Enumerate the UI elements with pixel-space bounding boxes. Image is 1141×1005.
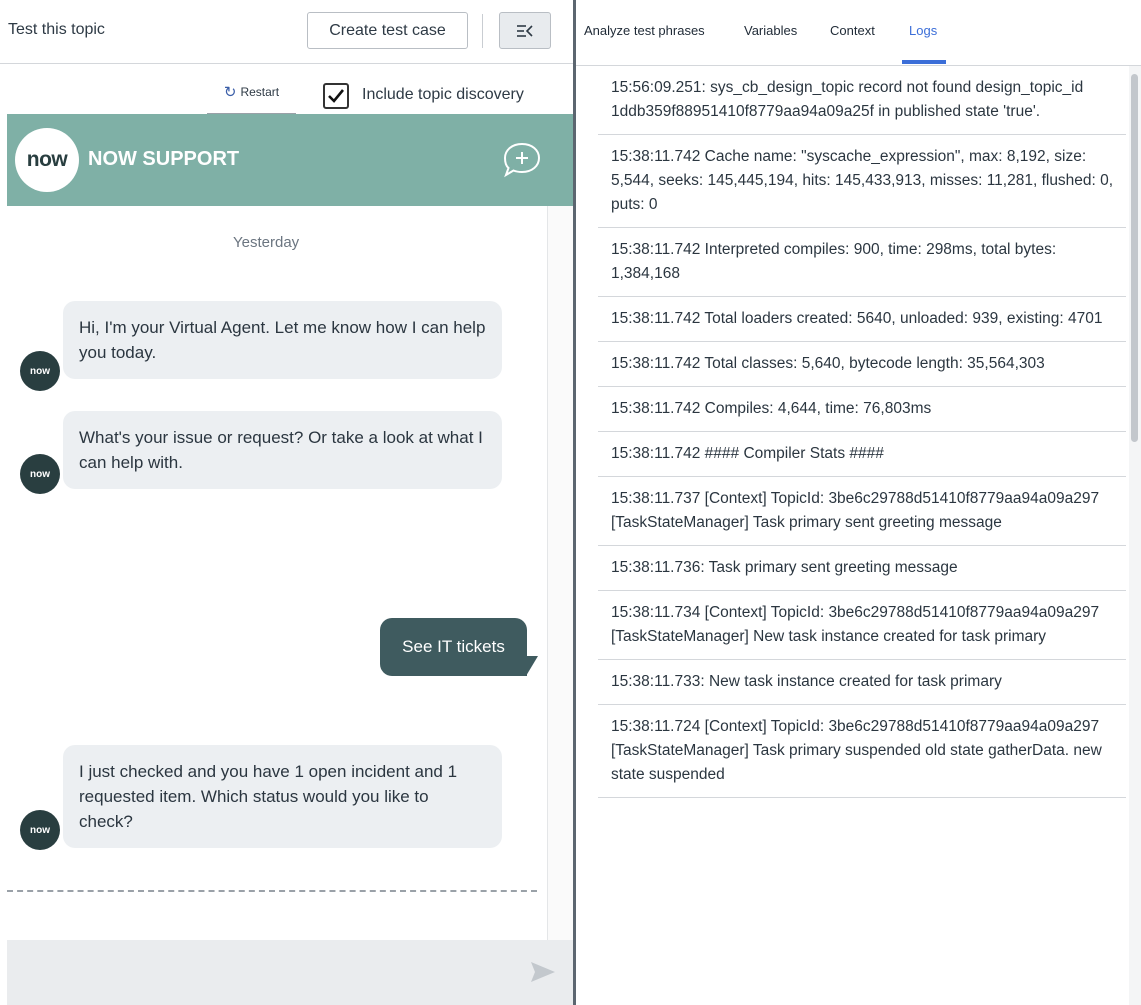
chat-header: now NOW SUPPORT: [7, 114, 573, 206]
active-tab-indicator: [902, 60, 946, 64]
bot-avatar: now: [20, 810, 60, 850]
collapse-panel-icon: [517, 24, 533, 37]
tab-analyze-test-phrases[interactable]: Analyze test phrases: [584, 23, 705, 38]
debug-panel: Analyze test phrases Variables Context L…: [576, 0, 1141, 1005]
message-input[interactable]: [7, 940, 573, 1005]
chat-title: NOW SUPPORT: [88, 148, 240, 170]
bot-avatar: now: [20, 351, 60, 391]
log-entry: 15:38:11.742 Compiles: 4,644, time: 76,8…: [598, 387, 1126, 432]
restart-label: Restart: [240, 84, 280, 99]
typing-divider: [7, 890, 537, 892]
tab-context[interactable]: Context: [830, 23, 875, 38]
new-chat-icon: [503, 142, 541, 178]
include-topic-discovery-checkbox[interactable]: [323, 83, 349, 109]
log-list[interactable]: 15:56:09.251: sys_cb_design_topic record…: [598, 66, 1126, 798]
test-topic-panel: Test this topic Create test case ↻ Resta…: [0, 0, 574, 1005]
restart-button[interactable]: ↻ Restart: [207, 70, 296, 114]
bot-message: What's your issue or request? Or take a …: [63, 411, 502, 489]
now-logo: now: [15, 128, 79, 192]
bot-avatar: now: [20, 454, 60, 494]
log-entry: 15:38:11.742 #### Compiler Stats ####: [598, 432, 1126, 477]
chat-transcript[interactable]: Yesterday Hi, I'm your Virtual Agent. Le…: [7, 206, 548, 940]
checkmark-icon: [328, 89, 345, 103]
date-separator: Yesterday: [233, 234, 300, 251]
tab-logs[interactable]: Logs: [909, 23, 937, 38]
log-entry: 15:38:11.733: New task instance created …: [598, 660, 1126, 705]
test-panel-header: Test this topic Create test case: [0, 0, 574, 64]
collapse-panel-button[interactable]: [499, 12, 551, 49]
log-entry: 15:38:11.742 Cache name: "syscache_expre…: [598, 135, 1126, 228]
user-message-tail: [526, 656, 538, 676]
tab-variables[interactable]: Variables: [744, 23, 797, 38]
header-divider: [482, 14, 483, 48]
panel-title: Test this topic: [8, 21, 105, 38]
log-entry: 15:38:11.724 [Context] TopicId: 3be6c297…: [598, 705, 1126, 798]
chat-scroll-gutter: [548, 206, 573, 940]
include-topic-discovery-label: Include topic discovery: [362, 86, 524, 103]
log-entry: 15:38:11.734 [Context] TopicId: 3be6c297…: [598, 591, 1126, 660]
log-entry: 15:38:11.736: Task primary sent greeting…: [598, 546, 1126, 591]
send-icon[interactable]: [529, 960, 557, 984]
restart-icon: ↻: [223, 83, 237, 101]
log-entry: 15:38:11.737 [Context] TopicId: 3be6c297…: [598, 477, 1126, 546]
log-scrollbar-thumb[interactable]: [1131, 74, 1138, 442]
new-conversation-button[interactable]: [501, 141, 543, 179]
create-test-case-button[interactable]: Create test case: [307, 12, 468, 49]
bot-message: I just checked and you have 1 open incid…: [63, 745, 502, 848]
debug-tabs: Analyze test phrases Variables Context L…: [576, 0, 1141, 66]
log-entry: 15:38:11.742 Total classes: 5,640, bytec…: [598, 342, 1126, 387]
log-entry: 15:56:09.251: sys_cb_design_topic record…: [598, 66, 1126, 135]
log-entry: 15:38:11.742 Interpreted compiles: 900, …: [598, 228, 1126, 297]
bot-message: Hi, I'm your Virtual Agent. Let me know …: [63, 301, 502, 379]
user-message: See IT tickets: [380, 618, 527, 676]
log-entry: 15:38:11.742 Total loaders created: 5640…: [598, 297, 1126, 342]
